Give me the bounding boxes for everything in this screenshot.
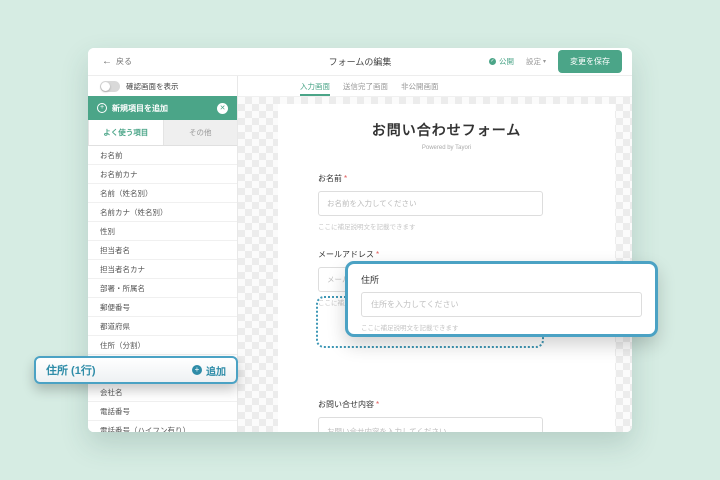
toggle-knob	[101, 82, 110, 91]
sidebar-tab[interactable]: その他	[163, 120, 238, 145]
field-label-text: お名前	[318, 174, 342, 183]
message-textarea[interactable]	[318, 417, 543, 432]
required-mark: *	[344, 174, 347, 183]
field-list-top: お名前お名前カナ名前（姓名別）名前カナ（姓名別）性別担当者名担当者名カナ部署・所…	[88, 146, 237, 355]
sidebar-field-item[interactable]: 担当者名カナ	[88, 260, 237, 279]
powered-by-label: Powered by Tayori	[318, 145, 575, 151]
back-label: 戻る	[116, 56, 132, 67]
sidebar-tab[interactable]: よく使う項目	[88, 120, 163, 145]
sidebar-field-item[interactable]: お名前カナ	[88, 165, 237, 184]
add-field-panel-title: 新規項目を追加	[112, 103, 168, 114]
field-list-bottom: 会社名電話番号電話番号（ハイフン有り）	[88, 383, 237, 432]
sidebar-field-item[interactable]: 電話番号（ハイフン有り）	[88, 421, 237, 432]
required-mark: *	[376, 250, 379, 259]
chevron-down-icon: ▾	[543, 58, 546, 65]
close-icon[interactable]: ✕	[217, 103, 228, 114]
field-label: メールアドレス*	[318, 249, 575, 260]
editor-canvas: 入力画面送信完了画面非公開画面 お問い合わせフォーム Powered by Ta…	[238, 76, 632, 432]
sidebar-field-item[interactable]: 名前カナ（姓名別）	[88, 203, 237, 222]
field-label-text: お問い合せ内容	[318, 400, 374, 409]
sidebar-field-item[interactable]: 担当者名	[88, 241, 237, 260]
editor-tab[interactable]: 非公開画面	[401, 76, 439, 96]
field-block-message: お問い合せ内容*	[318, 399, 575, 432]
status-dot-icon: ✓	[489, 58, 496, 65]
save-button[interactable]: 変更を保存	[558, 50, 622, 73]
sidebar-field-item[interactable]: 性別	[88, 222, 237, 241]
status-badge: ✓ 公開	[489, 56, 514, 67]
sidebar-item-address-one-line[interactable]: 住所 (1行) + 追加	[34, 356, 238, 384]
confirm-screen-toggle-row: 確認画面を表示	[88, 76, 237, 96]
sidebar-field-item[interactable]: 住所（分割）	[88, 336, 237, 355]
drag-card-helper-text: ここに補足説明文を記載できます	[361, 322, 642, 332]
sidebar-field-item[interactable]: 都道府県	[88, 317, 237, 336]
status-label: 公開	[499, 56, 514, 67]
settings-dropdown-label: 設定	[526, 56, 541, 67]
sidebar-field-item[interactable]: 会社名	[88, 383, 237, 402]
plus-circle-icon: +	[192, 365, 202, 375]
field-helper-text: ここに補足説明文を記載できます	[318, 221, 575, 231]
address-input[interactable]	[361, 292, 642, 317]
required-mark: *	[376, 400, 379, 409]
top-bar-actions: ✓ 公開 設定 ▾ 変更を保存	[489, 50, 622, 73]
editor-tabs: 入力画面送信完了画面非公開画面	[238, 76, 632, 97]
editor-tab[interactable]: 入力画面	[300, 76, 330, 96]
add-button-label: 追加	[206, 363, 226, 378]
confirm-screen-toggle-label: 確認画面を表示	[126, 81, 179, 92]
sidebar-field-item[interactable]: 電話番号	[88, 402, 237, 421]
address-one-line-label: 住所 (1行)	[46, 362, 96, 378]
form-title: お問い合わせフォーム	[318, 120, 575, 140]
screenshot-stage: ← 戻る フォームの編集 ✓ 公開 設定 ▾ 変更を保存 確認画面を表示	[0, 0, 720, 480]
plus-circle-icon: +	[97, 103, 107, 113]
back-button[interactable]: ← 戻る	[102, 56, 132, 67]
add-field-panel-header: + 新規項目を追加 ✕	[88, 96, 237, 120]
sidebar-field-item[interactable]: 部署・所属名	[88, 279, 237, 298]
add-button[interactable]: + 追加	[192, 363, 226, 378]
confirm-screen-toggle[interactable]	[100, 81, 120, 92]
sidebar-field-item[interactable]: 名前（姓名別）	[88, 184, 237, 203]
name-input[interactable]	[318, 191, 543, 216]
editor-tab[interactable]: 送信完了画面	[343, 76, 388, 96]
back-arrow-icon: ←	[102, 56, 112, 67]
field-block-name: お名前* ここに補足説明文を記載できます	[318, 173, 575, 231]
settings-dropdown[interactable]: 設定 ▾	[526, 56, 546, 67]
sidebar-field-item[interactable]: お名前	[88, 146, 237, 165]
top-bar: ← 戻る フォームの編集 ✓ 公開 設定 ▾ 変更を保存	[88, 48, 632, 76]
address-field-drag-card[interactable]: 住所 ここに補足説明文を記載できます	[345, 261, 658, 337]
field-label: お問い合せ内容*	[318, 399, 575, 410]
drag-card-label: 住所	[361, 273, 642, 286]
sidebar-tabs: よく使う項目その他	[88, 120, 237, 146]
field-label: お名前*	[318, 173, 575, 184]
sidebar-field-item[interactable]: 郵便番号	[88, 298, 237, 317]
field-label-text: メールアドレス	[318, 250, 374, 259]
